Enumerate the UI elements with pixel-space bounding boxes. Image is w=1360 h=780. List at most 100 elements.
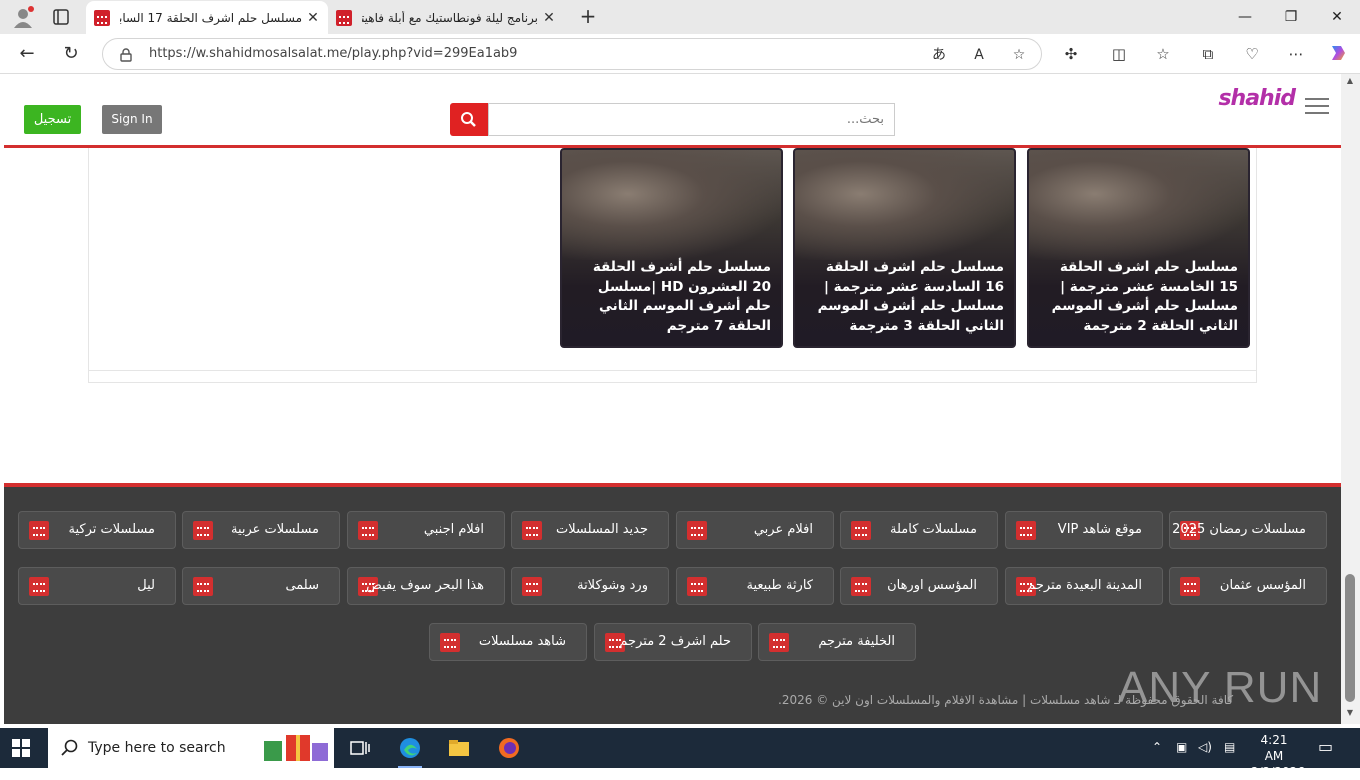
register-button[interactable]: تسجيل <box>24 105 81 134</box>
site-logo[interactable]: shahid <box>1218 86 1296 111</box>
scroll-up-icon[interactable]: ▲ <box>1345 76 1355 86</box>
collections-icon[interactable]: ⧉ <box>1196 42 1220 66</box>
site-favicon-icon <box>336 9 352 26</box>
search-icon <box>461 112 476 127</box>
tab-inactive[interactable]: برنامج ليلة فونطاستيك مع أبلة فاهيتا ✕ <box>328 1 564 34</box>
translate-icon[interactable]: あ <box>929 45 949 65</box>
keyboard-icon[interactable]: ▤ <box>1224 740 1235 754</box>
site-footer: مسلسلات رمضان 2025 موقع شاهد VIP مسلسلات… <box>4 483 1341 724</box>
url-text[interactable]: https://w.shahidmosalsalat.me/play.php?v… <box>149 46 517 61</box>
tv-icon <box>29 577 49 596</box>
browser-essentials-icon[interactable]: ♡ <box>1240 42 1264 66</box>
footer-link[interactable]: المدينة البعيدة مترجم <box>1005 567 1163 605</box>
tv-icon <box>358 521 378 540</box>
footer-link[interactable]: كارثة طبيعية <box>676 567 834 605</box>
site-header: shahid تسجيل Sign In <box>4 74 1341 148</box>
reload-button[interactable]: ↻ <box>56 40 86 68</box>
lock-icon[interactable] <box>119 47 133 62</box>
search-icon <box>61 739 78 756</box>
favorites-icon[interactable]: ☆ <box>1151 42 1175 66</box>
windows-start-icon[interactable] <box>12 739 30 757</box>
footer-link[interactable]: سلمى <box>182 567 340 605</box>
notifications-icon[interactable]: ▭ <box>1318 737 1333 756</box>
episode-title[interactable]: مسلسل حلم اشرف الحلقة 16 السادسة عشر متر… <box>804 258 1004 336</box>
scroll-down-icon[interactable]: ▼ <box>1345 708 1355 718</box>
tab-actions-icon[interactable] <box>46 4 76 30</box>
read-aloud-icon[interactable]: A <box>969 45 989 65</box>
maximize-button[interactable]: ❐ <box>1268 0 1314 34</box>
tv-icon <box>193 577 213 596</box>
scrollbar-thumb[interactable] <box>1345 574 1355 702</box>
footer-link[interactable]: ورد وشوكلاتة <box>511 567 669 605</box>
footer-link[interactable]: جديد المسلسلات <box>511 511 669 549</box>
footer-link[interactable]: مسلسلات عربية <box>182 511 340 549</box>
tv-icon <box>851 577 871 596</box>
show-hidden-icons[interactable]: ⌃ <box>1152 740 1162 754</box>
footer-link[interactable]: افلام عربي <box>676 511 834 549</box>
episode-thumbnail <box>1029 150 1248 260</box>
volume-icon[interactable]: ◁) <box>1198 740 1212 754</box>
footer-link[interactable]: مسلسلات كاملة <box>840 511 998 549</box>
clock-time: 4:21 AM <box>1260 733 1288 763</box>
tv-icon <box>522 577 542 596</box>
tab-close-icon[interactable]: ✕ <box>538 10 560 26</box>
browser-tab-strip: مسلسل حلم اشرف الحلقة 17 السابعة ✕ برنام… <box>0 0 1360 34</box>
back-button[interactable]: ← <box>12 40 42 68</box>
footer-link[interactable]: هذا البحر سوف يفيض <box>347 567 505 605</box>
footer-link[interactable]: موقع شاهد VIP <box>1005 511 1163 549</box>
tv-icon <box>1016 521 1036 540</box>
tv-icon <box>851 521 871 540</box>
file-explorer-icon[interactable] <box>447 736 471 760</box>
split-screen-icon[interactable]: ◫ <box>1107 42 1131 66</box>
copilot-icon[interactable] <box>1326 42 1350 66</box>
signin-button[interactable]: Sign In <box>102 105 162 134</box>
footer-link[interactable]: الخليفة مترجم <box>758 623 916 661</box>
episode-thumbnail <box>795 150 1014 260</box>
search-input[interactable] <box>488 103 895 136</box>
firefox-icon[interactable] <box>497 736 521 760</box>
edge-browser-icon[interactable] <box>398 736 422 768</box>
address-bar[interactable]: https://w.shahidmosalsalat.me/play.php?v… <box>102 38 1042 70</box>
footer-link[interactable]: حلم اشرف 2 مترجم <box>594 623 752 661</box>
copyright-text: كافة الحقوق محفوظة لـ شاهد مسلسلات | مشا… <box>778 693 1234 707</box>
episode-title[interactable]: مسلسل حلم أشرف الحلقة 20 العشرون HD |مسل… <box>571 258 771 336</box>
tab-title: مسلسل حلم اشرف الحلقة 17 السابعة <box>120 10 302 25</box>
footer-link[interactable]: مسلسلات تركية <box>18 511 176 549</box>
footer-link[interactable]: المؤسس عثمان <box>1169 567 1327 605</box>
system-clock[interactable]: 4:21 AM 2/2/2026 <box>1251 732 1305 780</box>
profile-avatar-icon[interactable] <box>8 4 38 30</box>
episode-card[interactable]: مسلسل حلم أشرف الحلقة 20 العشرون HD |مسل… <box>560 148 783 348</box>
menu-hamburger-icon[interactable] <box>1305 98 1329 116</box>
extensions-icon[interactable]: ✣ <box>1059 42 1083 66</box>
episode-thumbnail <box>562 150 781 260</box>
footer-link[interactable]: شاهد مسلسلات <box>429 623 587 661</box>
episode-card[interactable]: مسلسل حلم اشرف الحلقة 16 السادسة عشر متر… <box>793 148 1016 348</box>
episode-title[interactable]: مسلسل حلم اشرف الحلقة 15 الخامسة عشر متر… <box>1038 258 1238 336</box>
tv-icon <box>1180 577 1200 596</box>
footer-link[interactable]: مسلسلات رمضان 2025 <box>1169 511 1327 549</box>
gifts-widget-icon <box>264 735 328 761</box>
footer-link[interactable]: ليل <box>18 567 176 605</box>
favorite-star-icon[interactable]: ☆ <box>1009 45 1029 65</box>
tv-icon <box>687 577 707 596</box>
network-icon[interactable]: ▣ <box>1176 740 1187 754</box>
page-scrollbar[interactable]: ▲ ▼ <box>1341 74 1360 724</box>
site-search <box>450 103 895 136</box>
close-window-button[interactable]: ✕ <box>1314 0 1360 34</box>
episode-card[interactable]: مسلسل حلم اشرف الحلقة 15 الخامسة عشر متر… <box>1027 148 1250 348</box>
footer-link[interactable]: المؤسس اورهان <box>840 567 998 605</box>
more-options-icon[interactable]: ⋯ <box>1284 42 1308 66</box>
windows-taskbar: Type here to search ⌃ ▣ ◁) ▤ 4:21 AM 2/2… <box>0 728 1360 779</box>
taskbar-search-box[interactable]: Type here to search <box>48 728 334 768</box>
panel-bottom <box>88 371 1257 383</box>
minimize-button[interactable]: — <box>1222 0 1268 34</box>
tab-close-icon[interactable]: ✕ <box>302 10 324 26</box>
footer-link[interactable]: افلام اجنبي <box>347 511 505 549</box>
tab-active[interactable]: مسلسل حلم اشرف الحلقة 17 السابعة ✕ <box>86 1 328 34</box>
search-button[interactable] <box>450 103 488 136</box>
task-view-icon[interactable] <box>348 736 372 760</box>
address-toolbar: ← ↻ https://w.shahidmosalsalat.me/play.p… <box>0 34 1360 74</box>
new-tab-button[interactable]: + <box>574 4 602 30</box>
tv-icon <box>193 521 213 540</box>
site-favicon-icon <box>94 9 110 26</box>
